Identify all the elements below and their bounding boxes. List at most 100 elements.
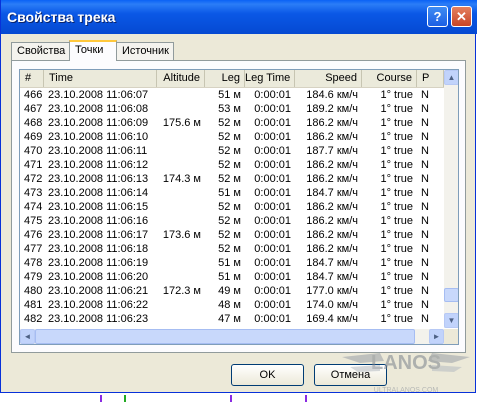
cell-number: 478 <box>24 257 43 269</box>
cell-time: 23.10.2008 11:06:16 <box>48 215 149 227</box>
cell-altitude <box>157 242 205 256</box>
table-row[interactable]: 480 23.10.2008 11:06:21 172.3 м 49 м 0:00:01… <box>20 284 444 298</box>
cell-position: N <box>421 117 429 129</box>
cell-time: 23.10.2008 11:06:18 <box>48 243 149 255</box>
cell-altitude <box>157 214 205 228</box>
table-row[interactable]: 466 23.10.2008 11:06:07 51 м 0:00:01 184.6 к… <box>20 88 444 102</box>
column-header-leg[interactable]: Leg <box>205 70 245 87</box>
cell-position: N <box>421 145 429 157</box>
cell-leg-time: 0:00:01 <box>254 285 291 297</box>
cell-number: 473 <box>24 187 43 199</box>
horizontal-scrollbar[interactable]: ◄ ► <box>20 329 444 344</box>
cell-speed: 184.7 км/ч <box>306 257 358 269</box>
table-row[interactable]: 476 23.10.2008 11:06:17 173.6 м 52 м 0:00:01… <box>20 228 444 242</box>
scroll-left-button[interactable]: ◄ <box>20 329 35 344</box>
table-row[interactable]: 474 23.10.2008 11:06:15 52 м 0:00:01 186.2 к… <box>20 200 444 214</box>
cell-leg: 53 м <box>218 103 241 115</box>
title-bar[interactable]: Свойства трека ? ✕ <box>1 0 477 34</box>
cell-altitude <box>157 130 205 144</box>
table-row[interactable]: 473 23.10.2008 11:06:14 51 м 0:00:01 184.7 к… <box>20 186 444 200</box>
cell-time: 23.10.2008 11:06:14 <box>48 187 149 199</box>
track-points-table[interactable]: # Time Altitude Leg Leg Time Speed Cours… <box>19 69 459 345</box>
desktop-artifact <box>305 395 307 402</box>
cell-position: N <box>421 187 429 199</box>
table-row[interactable]: 478 23.10.2008 11:06:19 51 м 0:00:01 184.7 к… <box>20 256 444 270</box>
cell-position: N <box>421 159 429 171</box>
scroll-right-button[interactable]: ► <box>429 329 444 344</box>
lanos-logo-watermark: LANOS ULTRALANOS.COM <box>342 352 470 394</box>
ok-button[interactable]: OK <box>231 364 304 386</box>
cell-leg: 48 м <box>218 299 241 311</box>
cell-speed: 184.7 км/ч <box>306 271 358 283</box>
cell-leg-time: 0:00:01 <box>254 103 291 115</box>
cell-position: N <box>421 243 429 255</box>
cell-leg-time: 0:00:01 <box>254 145 291 157</box>
cell-course: 1° true <box>380 173 413 185</box>
cell-number: 480 <box>24 285 43 297</box>
column-header-speed[interactable]: Speed <box>295 70 362 87</box>
scroll-down-button[interactable]: ▼ <box>444 313 458 328</box>
column-header-time[interactable]: Time <box>44 70 157 87</box>
cell-altitude <box>157 102 205 116</box>
cell-altitude: 175.6 м <box>162 117 201 129</box>
table-row[interactable]: 482 23.10.2008 11:06:23 47 м 0:00:01 169.4 к… <box>20 312 444 326</box>
cell-leg: 52 м <box>218 117 241 129</box>
table-row[interactable]: 472 23.10.2008 11:06:13 174.3 м 52 м 0:00:01… <box>20 172 444 186</box>
cell-speed: 186.2 км/ч <box>306 131 358 143</box>
column-header-course[interactable]: Course <box>362 70 417 87</box>
cell-leg: 49 м <box>218 285 241 297</box>
close-button[interactable]: ✕ <box>451 6 472 27</box>
cell-position: N <box>421 131 429 143</box>
cell-leg-time: 0:00:01 <box>254 229 291 241</box>
points-tab-panel: # Time Altitude Leg Leg Time Speed Cours… <box>11 60 466 353</box>
cell-position: N <box>421 229 429 241</box>
cell-leg: 52 м <box>218 145 241 157</box>
table-row[interactable]: 470 23.10.2008 11:06:11 52 м 0:00:01 187.7 к… <box>20 144 444 158</box>
cell-leg: 52 м <box>218 131 241 143</box>
vertical-scroll-thumb[interactable] <box>444 288 458 302</box>
horizontal-scroll-thumb[interactable] <box>35 329 415 344</box>
desktop-background <box>0 395 478 402</box>
table-row[interactable]: 479 23.10.2008 11:06:20 51 м 0:00:01 184.7 к… <box>20 270 444 284</box>
table-row[interactable]: 469 23.10.2008 11:06:10 52 м 0:00:01 186.2 к… <box>20 130 444 144</box>
scroll-up-button[interactable]: ▲ <box>444 70 458 85</box>
table-row[interactable]: 481 23.10.2008 11:06:22 48 м 0:00:01 174.0 к… <box>20 298 444 312</box>
table-row[interactable]: 471 23.10.2008 11:06:12 52 м 0:00:01 186.2 к… <box>20 158 444 172</box>
cell-speed: 187.7 км/ч <box>306 145 358 157</box>
cell-speed: 184.6 км/ч <box>306 89 358 101</box>
column-header-leg-time[interactable]: Leg Time <box>245 70 295 87</box>
cell-speed: 169.4 км/ч <box>306 313 358 325</box>
table-body: 466 23.10.2008 11:06:07 51 м 0:00:01 184.6 к… <box>20 88 444 326</box>
cell-course: 1° true <box>380 229 413 241</box>
cell-time: 23.10.2008 11:06:08 <box>48 103 149 115</box>
column-header-altitude[interactable]: Altitude <box>157 70 205 87</box>
cell-speed: 186.2 км/ч <box>306 173 358 185</box>
cell-speed: 184.7 км/ч <box>306 187 358 199</box>
cell-leg: 52 м <box>218 215 241 227</box>
cell-number: 466 <box>24 89 43 101</box>
table-row[interactable]: 475 23.10.2008 11:06:16 52 м 0:00:01 186.2 к… <box>20 214 444 228</box>
table-row[interactable]: 477 23.10.2008 11:06:18 52 м 0:00:01 186.2 к… <box>20 242 444 256</box>
cell-leg: 47 м <box>218 313 241 325</box>
cell-leg: 51 м <box>218 89 241 101</box>
table-header: # Time Altitude Leg Leg Time Speed Cours… <box>20 70 444 88</box>
column-header-number[interactable]: # <box>20 70 44 87</box>
tab-properties[interactable]: Свойства <box>11 42 71 60</box>
help-button[interactable]: ? <box>427 6 448 27</box>
tab-points[interactable]: Точки <box>69 40 117 61</box>
column-header-position[interactable]: P <box>417 70 444 87</box>
tab-source[interactable]: Источник <box>116 42 174 60</box>
cell-time: 23.10.2008 11:06:22 <box>48 299 149 311</box>
cell-speed: 186.2 км/ч <box>306 215 358 227</box>
cell-course: 1° true <box>380 89 413 101</box>
vertical-scrollbar[interactable]: ▲ ▼ <box>444 70 458 328</box>
cell-time: 23.10.2008 11:06:19 <box>48 257 149 269</box>
cell-number: 471 <box>24 159 43 171</box>
cell-altitude <box>157 312 205 326</box>
cell-leg-time: 0:00:01 <box>254 173 291 185</box>
cell-leg: 52 м <box>218 173 241 185</box>
cell-leg-time: 0:00:01 <box>254 299 291 311</box>
window-title: Свойства трека <box>7 9 116 25</box>
table-row[interactable]: 467 23.10.2008 11:06:08 53 м 0:00:01 189.2 к… <box>20 102 444 116</box>
table-row[interactable]: 468 23.10.2008 11:06:09 175.6 м 52 м 0:00:01… <box>20 116 444 130</box>
